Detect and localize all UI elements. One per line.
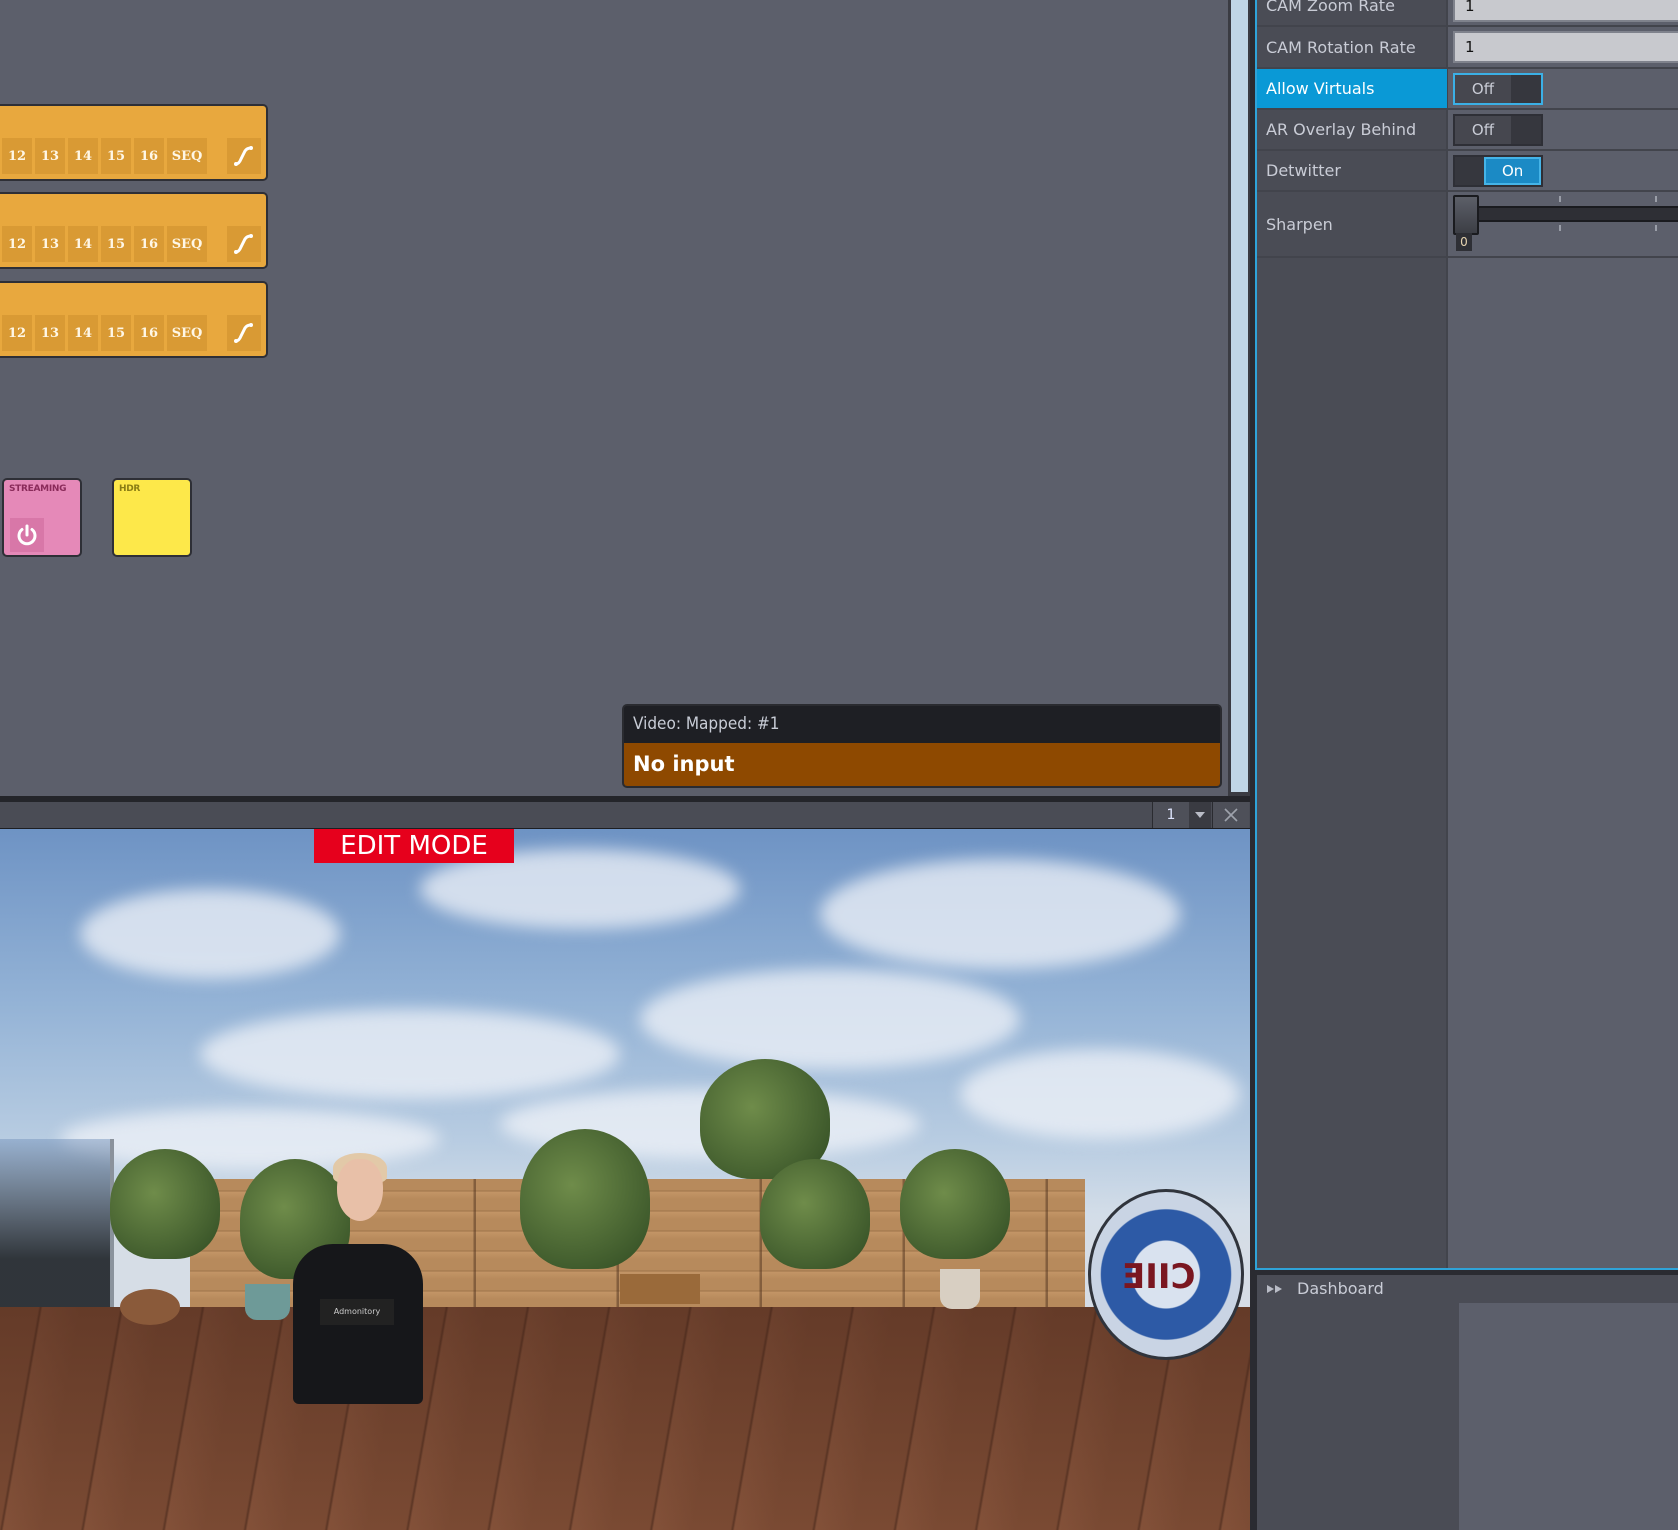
- property-label: Allow Virtuals: [1266, 79, 1375, 98]
- pot: [120, 1289, 180, 1325]
- property-label: Detwitter: [1266, 161, 1341, 180]
- plant: [760, 1159, 870, 1269]
- seq-button[interactable]: SEQ: [167, 315, 207, 351]
- pot: [245, 1284, 290, 1320]
- property-row-detwitter: Detwitter On: [1257, 151, 1678, 192]
- dashboard-label: Dashboard: [1297, 1279, 1384, 1298]
- step-button-14[interactable]: 14: [68, 138, 98, 174]
- transition-curve-icon: [234, 323, 253, 343]
- video-preview[interactable]: Admonitory CIIE EDIT MODE: [0, 829, 1250, 1530]
- step-button-16[interactable]: 16: [134, 138, 164, 174]
- step-button-13[interactable]: 13: [35, 226, 65, 262]
- property-label: AR Overlay Behind: [1266, 120, 1417, 139]
- cam-zoom-rate-input[interactable]: 1: [1453, 0, 1678, 22]
- output-number[interactable]: 1: [1152, 802, 1189, 828]
- pot: [940, 1269, 980, 1309]
- toggle-knob: [1511, 116, 1541, 144]
- power-icon: [17, 524, 37, 546]
- drawer-cabinet: [620, 1274, 700, 1304]
- video-panel-header: [0, 802, 1250, 830]
- sequencer-row: 12 13 14 15 16 SEQ: [0, 281, 268, 358]
- close-icon: [1224, 808, 1238, 822]
- slider-tick: [1559, 225, 1561, 231]
- ciie-logo-text: CIIE: [1122, 1257, 1196, 1297]
- dashboard-left-pane: [1257, 1303, 1459, 1530]
- sharpen-slider-thumb[interactable]: [1453, 195, 1479, 235]
- step-button-13[interactable]: 13: [35, 315, 65, 351]
- seq-button[interactable]: SEQ: [167, 138, 207, 174]
- transition-curve-icon: [234, 234, 253, 254]
- property-label: CAM Rotation Rate: [1266, 38, 1416, 57]
- cloud: [820, 859, 1180, 969]
- step-button-12[interactable]: 12: [2, 315, 32, 351]
- video-input-node[interactable]: Video: Mapped: #1 No input: [622, 704, 1222, 788]
- presenter-card: Admonitory: [320, 1299, 394, 1325]
- output-dropdown-button[interactable]: [1189, 802, 1211, 828]
- chevron-down-icon: [1195, 812, 1205, 818]
- toggle-state: On: [1484, 157, 1541, 185]
- transition-curve-button[interactable]: [227, 315, 261, 351]
- ar-overlay-behind-toggle[interactable]: Off: [1453, 114, 1543, 146]
- plant: [520, 1129, 650, 1269]
- double-chevron-right-icon: [1267, 1285, 1282, 1293]
- presenter-head: [337, 1159, 383, 1221]
- slider-tick: [1655, 196, 1657, 202]
- dashboard-right-pane: [1459, 1303, 1678, 1530]
- cloud: [960, 1049, 1240, 1139]
- property-label: Sharpen: [1266, 215, 1333, 234]
- property-row-ar-overlay-behind: AR Overlay Behind Off: [1257, 110, 1678, 151]
- transition-curve-button[interactable]: [227, 138, 261, 174]
- step-button-13[interactable]: 13: [35, 138, 65, 174]
- step-button-15[interactable]: 15: [101, 226, 131, 262]
- plant: [110, 1149, 220, 1259]
- slider-tick: [1559, 196, 1561, 202]
- video-input-title: Video: Mapped: #1: [624, 706, 1220, 743]
- step-button-16[interactable]: 16: [134, 315, 164, 351]
- hdr-tile[interactable]: HDR: [112, 478, 192, 557]
- edit-mode-badge: EDIT MODE: [314, 829, 514, 863]
- detwitter-toggle[interactable]: On: [1453, 155, 1543, 187]
- toggle-knob: [1455, 157, 1485, 185]
- video-input-status: No input: [624, 743, 1220, 786]
- property-row-cam-zoom-rate: CAM Zoom Rate 1: [1257, 0, 1678, 27]
- sharpen-value: 0: [1456, 233, 1472, 251]
- step-button-12[interactable]: 12: [2, 226, 32, 262]
- seq-button[interactable]: SEQ: [167, 226, 207, 262]
- cloud: [80, 889, 340, 979]
- property-row-allow-virtuals[interactable]: Allow Virtuals Off: [1257, 69, 1678, 110]
- toggle-state: Off: [1455, 75, 1511, 103]
- cloud: [640, 969, 1020, 1069]
- step-button-15[interactable]: 15: [101, 315, 131, 351]
- streaming-tile[interactable]: STREAMING: [2, 478, 82, 557]
- step-button-16[interactable]: 16: [134, 226, 164, 262]
- deck-shade: [0, 1307, 1250, 1530]
- transition-curve-button[interactable]: [227, 226, 261, 262]
- close-video-button[interactable]: [1212, 802, 1249, 828]
- step-button-12[interactable]: 12: [2, 138, 32, 174]
- toggle-state: Off: [1455, 116, 1511, 144]
- allow-virtuals-toggle[interactable]: Off: [1453, 73, 1543, 105]
- dashboard-header[interactable]: Dashboard: [1257, 1275, 1678, 1305]
- step-button-14[interactable]: 14: [68, 315, 98, 351]
- cam-rotation-rate-input[interactable]: 1: [1453, 31, 1678, 63]
- property-row-cam-rotation-rate: CAM Rotation Rate 1: [1257, 27, 1678, 69]
- slider-tick: [1655, 225, 1657, 231]
- sequencer-row: 12 13 14 15 16 SEQ: [0, 192, 268, 269]
- property-label: CAM Zoom Rate: [1266, 0, 1395, 15]
- plant: [900, 1149, 1010, 1259]
- sharpen-slider-track[interactable]: [1472, 206, 1678, 222]
- sequencer-row: 12 13 14 15 16 SEQ: [0, 104, 268, 181]
- toggle-knob: [1511, 75, 1541, 103]
- workspace-scrollbar-thumb[interactable]: [1231, 0, 1248, 792]
- cloud: [200, 1009, 620, 1099]
- streaming-power-button[interactable]: [10, 518, 44, 552]
- hdr-label: HDR: [119, 484, 141, 494]
- transition-curve-icon: [234, 146, 253, 166]
- streaming-label: STREAMING: [9, 484, 67, 494]
- step-button-14[interactable]: 14: [68, 226, 98, 262]
- step-button-15[interactable]: 15: [101, 138, 131, 174]
